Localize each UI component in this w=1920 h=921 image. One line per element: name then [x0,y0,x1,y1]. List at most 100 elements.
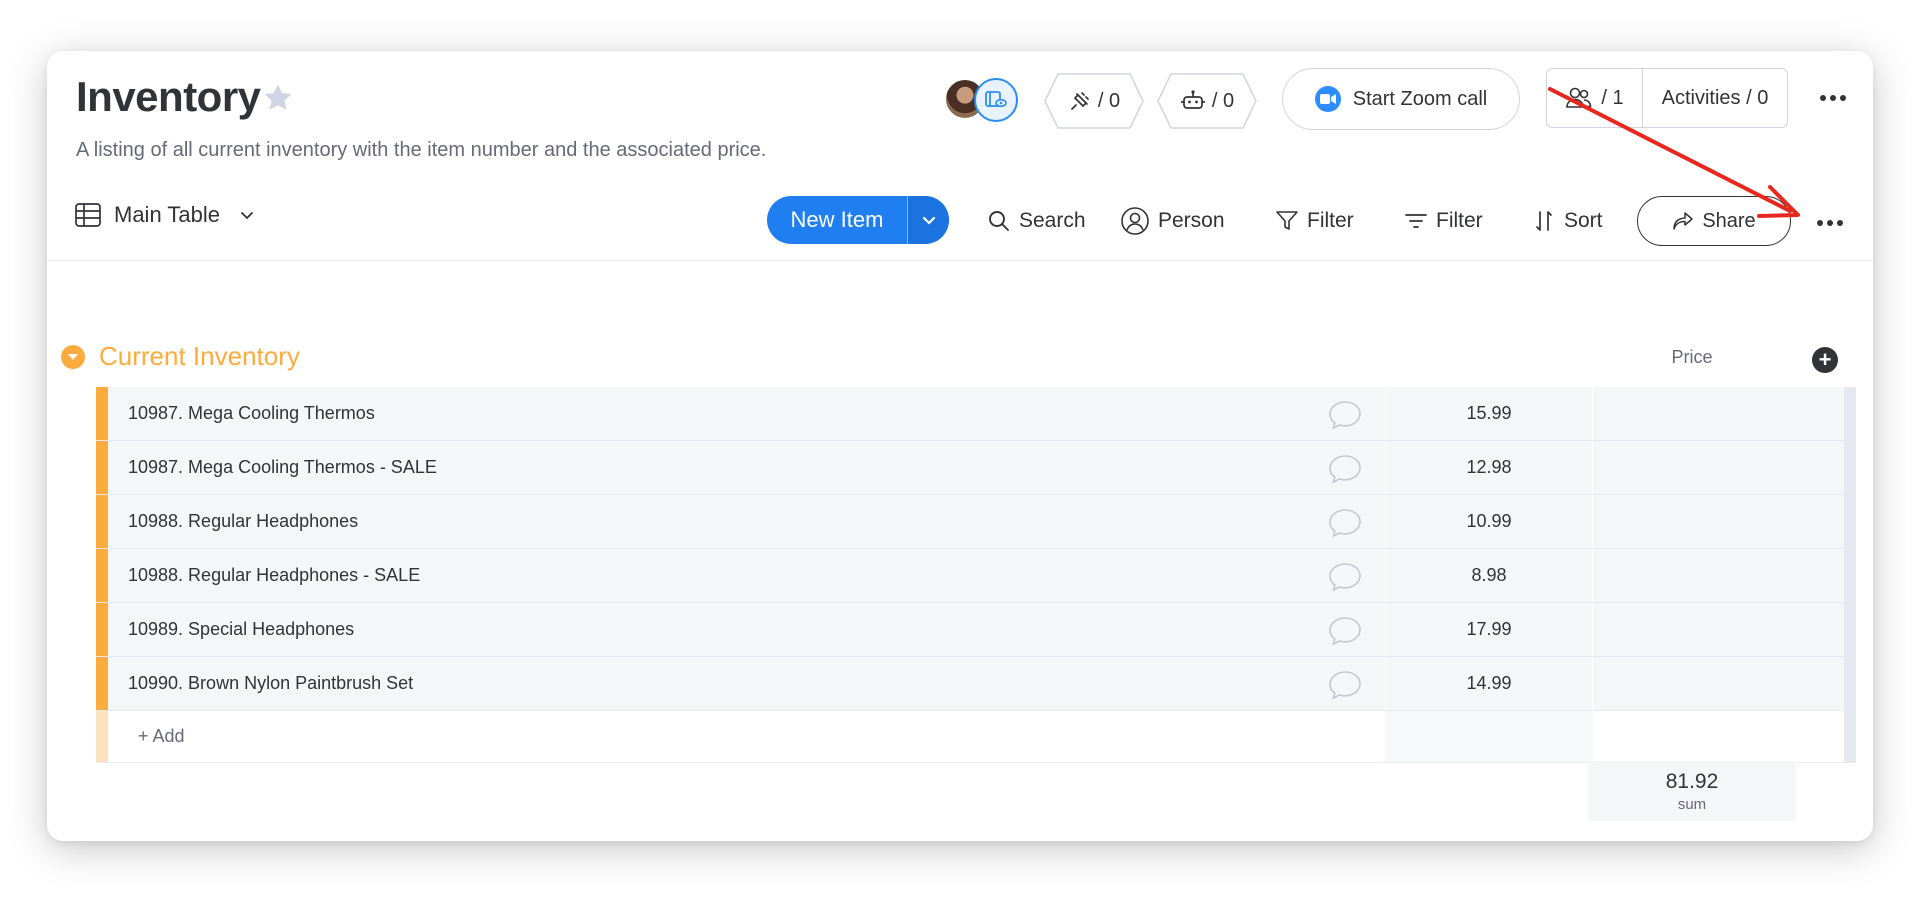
members-button[interactable]: / 1 [1547,69,1643,127]
item-name[interactable]: 10987. Mega Cooling Thermos - SALE [108,441,1385,494]
price-cell[interactable]: 10.99 [1385,495,1593,548]
row-color-bar [96,549,108,602]
robot-icon [1180,90,1205,109]
item-name[interactable]: 10988. Regular Headphones [108,495,1385,548]
table-row[interactable]: 10988. Regular Headphones 10.99 [96,495,1856,549]
table-row[interactable]: 10987. Mega Cooling Thermos - SALE 12.98 [96,441,1856,495]
person-filter-button[interactable]: Person [1120,201,1225,241]
new-item-label[interactable]: New Item [767,196,907,244]
person-icon [1121,207,1149,235]
row-filler [1593,657,1844,710]
table-row[interactable]: 10988. Regular Headphones - SALE 8.98 [96,549,1856,603]
comment-bubble-icon[interactable] [1327,615,1363,647]
toolbar-divider [47,260,1873,261]
item-name[interactable]: 10989. Special Headphones [108,603,1385,656]
row-color-bar [96,495,108,548]
price-cell[interactable]: 8.98 [1385,549,1593,602]
price-sum-footer[interactable]: 81.92 sum [1588,761,1796,821]
share-button[interactable]: Share [1637,196,1791,246]
view-selector[interactable]: Main Table [74,201,256,229]
row-edge [1844,387,1856,440]
table-row[interactable]: 10990. Brown Nylon Paintbrush Set 14.99 [96,657,1856,711]
automations-button[interactable]: / 0 [1157,73,1257,129]
board-description[interactable]: A listing of all current inventory with … [76,139,766,162]
chevron-down-icon[interactable] [238,206,256,224]
add-column-icon[interactable]: + [1812,347,1838,373]
sort-label: Sort [1564,209,1603,232]
row-filler [1593,441,1844,494]
integrations-icon [1071,92,1089,110]
item-name-text: 10990. Brown Nylon Paintbrush Set [128,673,414,693]
board-title[interactable]: Inventory [76,73,261,121]
item-name[interactable]: 10988. Regular Headphones - SALE [108,549,1385,602]
guest-viewer-icon[interactable] [974,78,1018,122]
add-item-row[interactable]: + Add [96,711,1856,763]
add-item-input[interactable]: + Add [108,711,1385,762]
row-edge [1844,711,1856,762]
price-cell[interactable]: 17.99 [1385,603,1593,656]
table-row[interactable]: 10989. Special Headphones 17.99 [96,603,1856,657]
price-cell[interactable]: 15.99 [1385,387,1593,440]
price-column-header[interactable]: Price [1588,347,1796,368]
video-camera-icon [1314,86,1341,112]
board-subscribers[interactable] [944,78,1024,122]
item-name-text: 10988. Regular Headphones [128,511,359,531]
group-header[interactable]: Current Inventory [61,341,300,372]
item-name[interactable]: 10987. Mega Cooling Thermos [108,387,1385,440]
search-button[interactable]: Search [987,201,1086,241]
share-label: Share [1702,209,1756,232]
row-edge [1844,657,1856,710]
add-price-cell [1385,711,1593,762]
row-filler [1593,549,1844,602]
table-icon [75,203,101,227]
row-edge [1844,603,1856,656]
filter-button[interactable]: Filter [1275,201,1354,241]
members-activity-box: / 1 Activities / 0 [1546,68,1788,128]
group-title[interactable]: Current Inventory [99,341,300,372]
board-menu-icon[interactable] [1820,95,1846,101]
row-filler [1593,711,1844,762]
integrations-button[interactable]: / 0 [1044,73,1144,129]
people-icon [1566,87,1592,108]
row-color-bar [96,603,108,656]
board-card: Inventory A listing of all current inven… [47,51,1873,841]
new-item-dropdown[interactable] [907,196,949,244]
start-zoom-call-button[interactable]: Start Zoom call [1282,68,1520,130]
table-row[interactable]: 10987. Mega Cooling Thermos 15.99 [96,387,1856,441]
row-filler [1593,387,1844,440]
funnel-icon [1276,211,1298,230]
comment-bubble-icon[interactable] [1327,669,1363,701]
price-cell[interactable]: 12.98 [1385,441,1593,494]
advanced-filter-button[interactable]: Filter [1404,201,1483,241]
new-item-button[interactable]: New Item [767,196,949,244]
filter-lines-icon [1405,214,1427,228]
row-color-bar [96,657,108,710]
row-color-bar [96,441,108,494]
item-name-text: 10987. Mega Cooling Thermos [128,403,375,423]
search-label: Search [1019,209,1086,232]
comment-bubble-icon[interactable] [1327,453,1363,485]
share-icon [1673,212,1694,230]
price-cell[interactable]: 14.99 [1385,657,1593,710]
more-options-icon[interactable] [1817,220,1843,226]
row-color-bar [96,711,108,762]
star-icon[interactable] [261,81,295,115]
comment-bubble-icon[interactable] [1327,561,1363,593]
view-label: Main Table [114,202,220,227]
person-label: Person [1158,209,1225,232]
zoom-label: Start Zoom call [1352,87,1488,110]
search-icon [989,211,1009,231]
activities-button[interactable]: Activities / 0 [1643,87,1787,110]
chevron-down-icon[interactable] [61,344,85,369]
integrations-count: / 0 [1097,89,1121,112]
comment-bubble-icon[interactable] [1327,507,1363,539]
sort-button[interactable]: Sort [1532,201,1603,241]
group-table: 10987. Mega Cooling Thermos 15.99 10987.… [96,387,1856,763]
row-color-bar [96,387,108,440]
item-name-text: 10988. Regular Headphones - SALE [128,565,421,585]
comment-bubble-icon[interactable] [1327,399,1363,431]
row-filler [1593,603,1844,656]
sum-value: 81.92 [1665,769,1719,793]
item-name-text: 10989. Special Headphones [128,619,355,639]
item-name[interactable]: 10990. Brown Nylon Paintbrush Set [108,657,1385,710]
